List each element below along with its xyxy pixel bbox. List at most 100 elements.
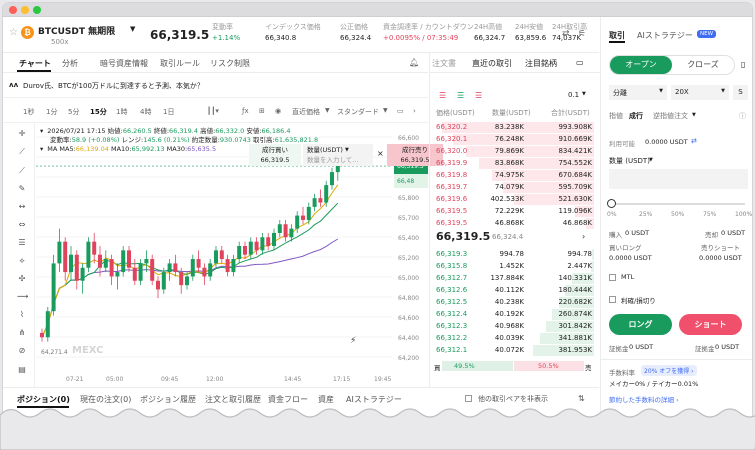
interval-1[interactable]: 1分 [46, 107, 57, 117]
view-style-select[interactable]: スタンダード [337, 107, 379, 117]
tab-orderbook[interactable]: 注文書 [432, 58, 456, 69]
tab-ai-strategy[interactable]: AIストラテジー [637, 30, 693, 41]
mode-s-button[interactable]: S [733, 85, 748, 100]
pattern-icon[interactable]: ⟡ [17, 256, 27, 266]
tpsl-checkbox[interactable] [609, 296, 616, 303]
more-icon[interactable]: › [413, 107, 416, 115]
bid-row[interactable]: 66,312.2 40.039K 341.881K [434, 333, 594, 344]
ask-row[interactable]: 66,319.5 72.229K 119.096K [434, 206, 594, 217]
tab-recent-trades[interactable]: 直近の取引 [472, 58, 512, 69]
chevron-down-icon[interactable]: ▼ [130, 25, 135, 33]
text-icon[interactable]: ⟿ [17, 292, 28, 301]
precision-select[interactable]: 0.1 [568, 91, 579, 99]
bid-row[interactable]: 66,312.7 137.884K 140.331K [434, 273, 594, 284]
layout-icon[interactable]: ⊞ [259, 107, 265, 115]
slider-label[interactable]: 50% [671, 211, 684, 218]
bid-row[interactable]: 66,312.3 40.968K 301.842K [434, 321, 594, 332]
bid-row[interactable]: 66,312.5 40.238K 220.682K [434, 297, 594, 308]
asks-only-icon[interactable]: ☰ [475, 91, 482, 100]
tab-trade[interactable]: 取引 [609, 30, 625, 41]
tab-chart-1[interactable]: 分析 [62, 58, 78, 69]
interval-4[interactable]: 1時 [116, 107, 127, 117]
ask-row[interactable]: 66,319.9 83.868K 754.552K [434, 158, 594, 169]
calculator-icon[interactable]: ▯ [741, 60, 745, 69]
bids-only-icon[interactable]: ☰ [457, 91, 464, 100]
slider-label[interactable]: 100% [735, 211, 752, 218]
ask-row[interactable]: 66,320.2 83.238K 993.908K [434, 122, 594, 133]
slider-label[interactable]: 75% [703, 211, 716, 218]
trendline-icon[interactable]: ⟋ [17, 147, 27, 157]
long-button[interactable]: ロング [609, 314, 672, 335]
close-icon[interactable]: × [377, 149, 384, 158]
interval-0[interactable]: 1秒 [23, 107, 34, 117]
star-icon[interactable]: ☆ [9, 27, 18, 38]
chevron-down-icon[interactable]: ▼ [582, 91, 586, 97]
chevron-down-icon[interactable]: ▼ [325, 107, 330, 114]
ruler-icon[interactable]: ⌇ [17, 310, 27, 319]
lock-icon[interactable]: ⊘ [17, 346, 27, 355]
tab-watchlist[interactable]: 注目銘柄 [525, 58, 557, 69]
chevron-right-icon[interactable]: › [582, 232, 585, 241]
bid-row[interactable]: 66,312.4 40.192K 260.874K [434, 309, 594, 320]
crosshair-icon[interactable]: ✛ [17, 129, 27, 138]
market-buy-button[interactable]: 成行買い 66,319.5 [249, 144, 301, 166]
ask-row[interactable]: 66,319.6 402.533K 521.630K [434, 194, 594, 205]
ray-icon[interactable]: ⟋ [17, 166, 27, 176]
ask-row[interactable]: 66,319.7 74.079K 595.709K [434, 182, 594, 193]
fibonacci-icon[interactable]: ☰ [17, 238, 27, 247]
margin-mode-select[interactable]: 分離 ▼ [609, 85, 667, 100]
leverage-select[interactable]: 20X ▼ [671, 85, 729, 100]
price-type-select[interactable]: 直近価格 [292, 107, 320, 117]
info-icon[interactable]: ⓘ [739, 111, 746, 121]
tab-chart-0[interactable]: チャート [19, 58, 51, 69]
order-type-market[interactable]: 成行 [629, 111, 643, 121]
indicator-icon[interactable]: ƒx [242, 107, 249, 115]
swap-icon[interactable]: ⇄ [562, 29, 570, 39]
both-sides-icon[interactable]: ☰ [439, 91, 446, 100]
open-tab[interactable]: オープン [610, 56, 672, 74]
slider-label[interactable]: 25% [639, 211, 652, 218]
pen-icon[interactable]: ✎ [17, 184, 27, 193]
bid-row[interactable]: 66,315.8 1.452K 2.447K [434, 261, 594, 272]
short-button[interactable]: ショート [679, 314, 742, 335]
trash-icon[interactable]: ▤ [17, 365, 27, 374]
quantity-slider[interactable] [611, 203, 745, 205]
camera-icon[interactable]: ◉ [275, 107, 281, 115]
quick-qty-placeholder[interactable]: 数量を入力して... [307, 155, 369, 165]
fee-discount-badge[interactable]: 20% オフを獲得 › [641, 365, 697, 376]
interval-3[interactable]: 15分 [90, 107, 107, 117]
ask-row[interactable]: 66,320.0 79.869K 834.421K [434, 146, 594, 157]
interval-2[interactable]: 5分 [68, 107, 79, 117]
close-window-icon[interactable] [9, 6, 17, 14]
chevron-down-icon[interactable]: ▼ [692, 112, 696, 118]
measure-icon[interactable]: ✣ [17, 274, 27, 283]
bid-row[interactable]: 66,312.6 40.112K 180.444K [434, 285, 594, 296]
transfer-icon[interactable]: ⇄ [691, 137, 697, 145]
price-chart[interactable]: 64,271.4MEXC⚡66,60066,40066,20065,80065,… [36, 123, 443, 387]
news-text[interactable]: Durov氏、BTCが100万ドルに到達すると予測、本気か？ [23, 81, 204, 91]
collapse-icon[interactable]: ▾ [40, 127, 43, 136]
chevron-down-icon[interactable]: ▼ [649, 157, 653, 163]
settings-sliders-icon[interactable]: ⚟ [578, 29, 586, 39]
quick-qty-field[interactable]: 数量(USDT) ▼ 数量を入力して... [303, 144, 373, 166]
close-tab[interactable]: クローズ [672, 56, 734, 74]
collapse-icon[interactable]: ▾ [40, 145, 43, 154]
order-type-limit[interactable]: 指値 [609, 111, 623, 121]
channel-icon[interactable]: ⇔ [17, 220, 27, 229]
horizontal-line-icon[interactable]: ↔ [17, 202, 27, 211]
ask-row[interactable]: 66,320.1 76.248K 910.669K [434, 134, 594, 145]
tab-chart-2[interactable]: 暗号資産情報 [100, 58, 148, 69]
candle-type-icon[interactable]: ┃┃▾ [207, 107, 219, 115]
bid-row[interactable]: 66,312.1 40.072K 381.953K [434, 345, 594, 356]
tab-chart-3[interactable]: 取引ルール [160, 58, 200, 69]
news-ticker[interactable]: ʌʌ Durov氏、BTCが100万ドルに到達すると予測、本気か？ [3, 74, 428, 98]
zoom-window-icon[interactable] [33, 6, 41, 14]
minimize-window-icon[interactable] [21, 6, 29, 14]
window-icon[interactable]: ▭ [397, 107, 404, 115]
tab-chart-4[interactable]: リスク制限 [210, 58, 250, 69]
ask-row[interactable]: 66,319.8 74.975K 670.684K [434, 170, 594, 181]
interval-6[interactable]: 1日 [163, 107, 174, 117]
expand-icon[interactable]: ▭ [576, 58, 584, 67]
magnet-icon[interactable]: ⋔ [17, 328, 27, 337]
slider-label[interactable]: 0% [607, 211, 617, 218]
